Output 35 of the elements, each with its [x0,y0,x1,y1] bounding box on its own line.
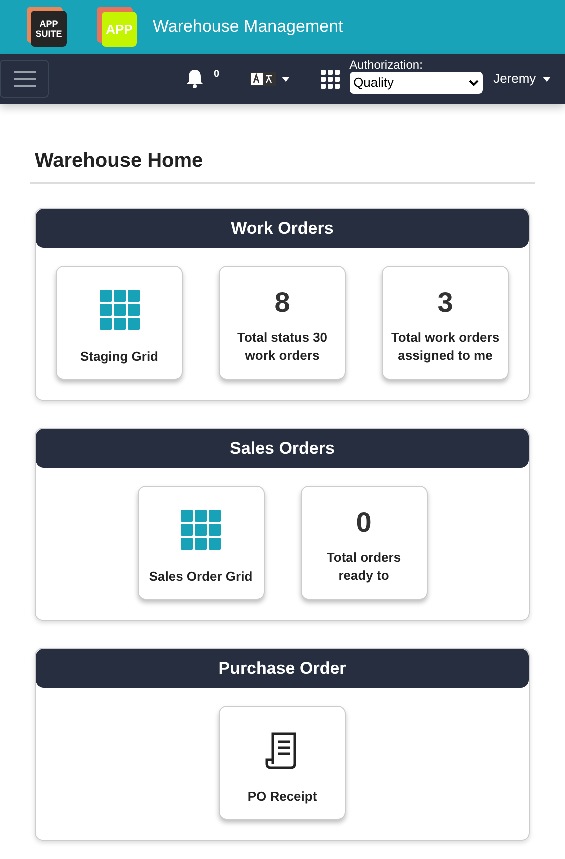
caret-icon [282,76,290,82]
tile-label: Total orders ready to [326,549,402,585]
dashboard-tile[interactable]: 3 Total work orders assigned to me [382,266,509,380]
section-header: Purchase Order [36,649,529,688]
language-button[interactable] [250,72,290,86]
count: 3 [438,286,454,320]
tile-label: Total work orders assigned to me [391,329,500,365]
count: 8 [274,286,290,320]
authorization-label: Authorization: [350,58,424,72]
translate-icon [250,72,276,86]
dashboard-tile[interactable]: 8 Total status 30 work orders [219,266,346,380]
grid-icon [180,509,222,551]
app-title: Warehouse Management [153,16,344,38]
tile-label: Sales Order Grid [149,568,253,586]
dashboard-tile[interactable]: 0 Total orders ready to [300,486,428,600]
menu-icon [12,70,36,88]
menu-button[interactable] [0,60,49,98]
section-header: Work Orders [36,209,529,248]
dashboard-tile[interactable]: Sales Order Grid [138,486,264,600]
tile-label: PO Receipt [248,788,318,806]
dashboard-tile[interactable]: PO Receipt [219,706,346,820]
dashboard-tile[interactable]: Staging Grid [56,266,183,380]
tile-label: Staging Grid [80,348,158,366]
tile-label: Total status 30 work orders [236,329,329,365]
section-header: Sales Orders [36,429,529,468]
grid-icon [98,289,140,331]
count: 0 [356,506,372,540]
grid-icon [320,68,341,90]
bell-icon[interactable] [186,69,204,89]
page-title: Warehouse Home [35,149,204,174]
chevron-icon [468,80,479,86]
user-menu[interactable]: Jeremy [494,69,552,89]
notification-count: 0 [214,68,220,82]
authorization-select[interactable]: Quality [350,72,483,94]
caret-icon [543,76,552,82]
